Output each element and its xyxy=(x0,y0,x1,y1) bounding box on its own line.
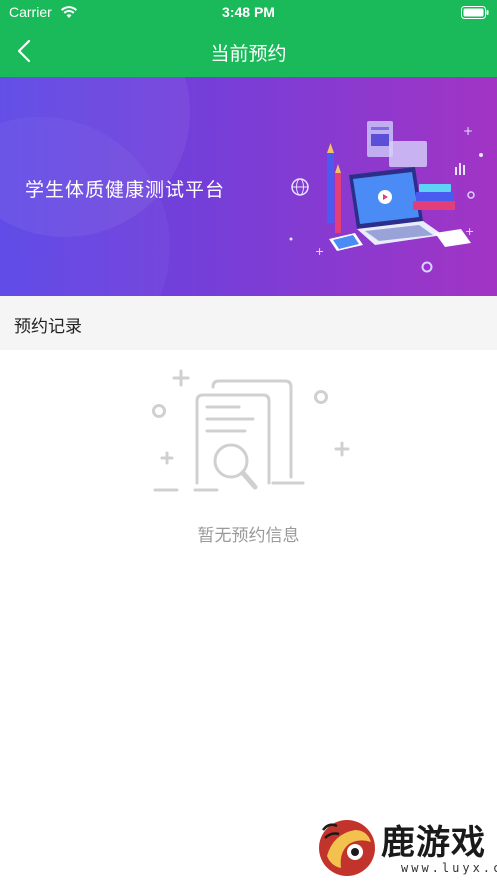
deer-logo-icon xyxy=(319,820,375,876)
status-bar: Carrier 3:48 PM xyxy=(0,0,497,26)
top-bar: Carrier 3:48 PM 当前预约 xyxy=(0,0,497,77)
page-title: 当前预约 xyxy=(210,43,287,65)
hero-banner: 学生体质健康测试平台 + + + xyxy=(0,77,497,296)
watermark-url: www.luyx.cn xyxy=(401,861,497,875)
banner-title: 学生体质健康测试平台 xyxy=(25,179,226,201)
svg-text:+: + xyxy=(465,225,474,238)
watermark-name: 鹿游戏 xyxy=(381,823,486,863)
laptop-illustration-icon: + + + xyxy=(289,121,483,273)
clock: 3:48 PM xyxy=(222,4,275,20)
navigation-bar: 当前预约 xyxy=(0,26,497,77)
section-title: 预约记录 xyxy=(14,317,82,337)
svg-text:+: + xyxy=(463,124,473,138)
battery-icon xyxy=(461,6,489,19)
empty-state-message: 暂无预约信息 xyxy=(197,526,300,546)
document-search-icon xyxy=(152,369,350,492)
svg-text:+: + xyxy=(315,245,324,258)
section-header: 预约记录 xyxy=(0,296,497,350)
watermark: 鹿游戏 www.luyx.cn xyxy=(315,812,497,883)
